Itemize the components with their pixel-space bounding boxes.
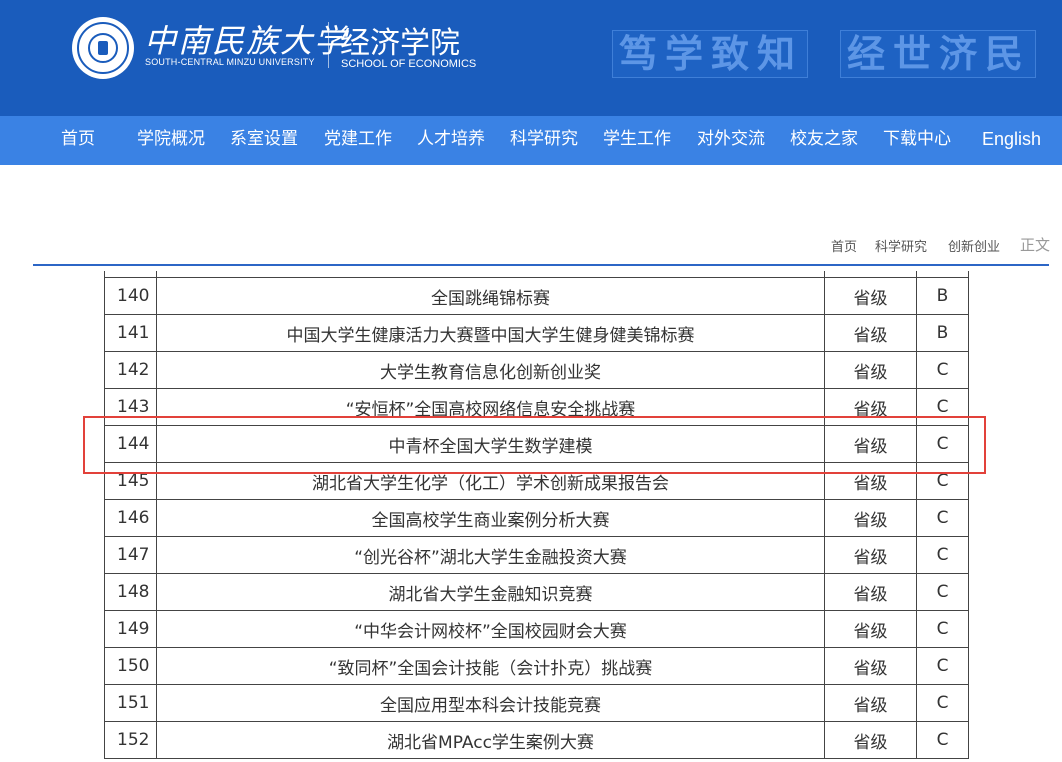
nav-item-international[interactable]: 对外交流 bbox=[697, 116, 765, 165]
breadcrumb-current: 正文 bbox=[1020, 236, 1051, 254]
site-header: 中南民族大学 SOUTH-CENTRAL MINZU UNIVERSITY 经济… bbox=[0, 0, 1062, 116]
row-number-cell: 150 bbox=[104, 647, 157, 685]
table-row: 142 大学生教育信息化创新创业奖 省级 C bbox=[104, 351, 969, 389]
table-row: 148 湖北省大学生金融知识竞赛 省级 C bbox=[104, 573, 969, 611]
nav-item-research[interactable]: 科学研究 bbox=[510, 116, 578, 165]
competition-name-cell: 湖北省大学生化学（化工）学术创新成果报告会 bbox=[156, 462, 825, 500]
grade-cell: C bbox=[916, 684, 969, 722]
nav-item-alumni[interactable]: 校友之家 bbox=[790, 116, 858, 165]
seal-emblem bbox=[98, 41, 108, 55]
university-name-en: SOUTH-CENTRAL MINZU UNIVERSITY bbox=[145, 57, 315, 67]
level-cell: 省级 bbox=[824, 721, 917, 759]
row-number-cell: 144 bbox=[104, 425, 157, 463]
nav-item-about[interactable]: 学院概况 bbox=[137, 116, 205, 165]
row-number-cell: 148 bbox=[104, 573, 157, 611]
competition-table: 140 全国跳绳锦标赛 省级 B 141 中国大学生健康活力大赛暨中国大学生健身健美锦标赛… bbox=[104, 271, 969, 759]
level-cell: 省级 bbox=[824, 684, 917, 722]
row-number-cell: 143 bbox=[104, 388, 157, 426]
competition-name-cell: “致同杯”全国会计技能（会计扑克）挑战赛 bbox=[156, 647, 825, 685]
table-row: 144 中青杯全国大学生数学建模 省级 C bbox=[104, 425, 969, 463]
content-top-rule bbox=[33, 264, 1049, 266]
competition-name-cell: “安恒杯”全国高校网络信息安全挑战赛 bbox=[156, 388, 825, 426]
row-number-cell: 149 bbox=[104, 610, 157, 648]
breadcrumb-home[interactable]: 首页 bbox=[831, 236, 857, 255]
competition-name-cell: 中国大学生健康活力大赛暨中国大学生健身健美锦标赛 bbox=[156, 314, 825, 352]
competition-name-cell: 湖北省MPAcc学生案例大赛 bbox=[156, 721, 825, 759]
grade-cell: C bbox=[916, 388, 969, 426]
row-number-cell: 147 bbox=[104, 536, 157, 574]
grade-cell: B bbox=[916, 277, 969, 315]
competition-name-cell: 全国跳绳锦标赛 bbox=[156, 277, 825, 315]
breadcrumb-innovation[interactable]: 创新创业 bbox=[948, 236, 1000, 255]
row-number-cell: 151 bbox=[104, 684, 157, 722]
main-nav: 首页 学院概况 系室设置 党建工作 人才培养 科学研究 学生工作 对外交流 校友… bbox=[0, 116, 1062, 165]
table-row: 140 全国跳绳锦标赛 省级 B bbox=[104, 277, 969, 315]
table-row: 147 “创光谷杯”湖北大学生金融投资大赛 省级 C bbox=[104, 536, 969, 574]
competition-name-cell: “创光谷杯”湖北大学生金融投资大赛 bbox=[156, 536, 825, 574]
level-cell: 省级 bbox=[824, 277, 917, 315]
row-number-cell: 142 bbox=[104, 351, 157, 389]
grade-cell: C bbox=[916, 647, 969, 685]
competition-name-cell: 全国高校学生商业案例分析大赛 bbox=[156, 499, 825, 537]
university-seal-logo[interactable] bbox=[72, 17, 134, 79]
grade-cell: C bbox=[916, 351, 969, 389]
level-cell: 省级 bbox=[824, 610, 917, 648]
motto-right: 经世济民 bbox=[840, 30, 1036, 78]
row-number-cell: 140 bbox=[104, 277, 157, 315]
level-cell: 省级 bbox=[824, 388, 917, 426]
row-number-cell: 146 bbox=[104, 499, 157, 537]
level-cell: 省级 bbox=[824, 499, 917, 537]
nav-item-downloads[interactable]: 下载中心 bbox=[883, 116, 951, 165]
header-divider bbox=[328, 22, 329, 68]
grade-cell: C bbox=[916, 610, 969, 648]
grade-cell: B bbox=[916, 314, 969, 352]
competition-table-body: 140 全国跳绳锦标赛 省级 B 141 中国大学生健康活力大赛暨中国大学生健身健美锦标赛… bbox=[104, 271, 969, 759]
level-cell: 省级 bbox=[824, 573, 917, 611]
grade-cell: C bbox=[916, 462, 969, 500]
level-cell: 省级 bbox=[824, 462, 917, 500]
university-name-cn: 中南民族大学 bbox=[144, 22, 349, 60]
nav-item-education[interactable]: 人才培养 bbox=[417, 116, 485, 165]
row-number-cell: 152 bbox=[104, 721, 157, 759]
grade-cell: C bbox=[916, 721, 969, 759]
level-cell: 省级 bbox=[824, 351, 917, 389]
school-name-cn: 经济学院 bbox=[340, 26, 460, 61]
competition-name-cell: “中华会计网校杯”全国校园财会大赛 bbox=[156, 610, 825, 648]
nav-item-students[interactable]: 学生工作 bbox=[603, 116, 671, 165]
table-row: 152 湖北省MPAcc学生案例大赛 省级 C bbox=[104, 721, 969, 759]
grade-cell: C bbox=[916, 536, 969, 574]
competition-name-cell: 中青杯全国大学生数学建模 bbox=[156, 425, 825, 463]
level-cell: 省级 bbox=[824, 314, 917, 352]
level-cell: 省级 bbox=[824, 425, 917, 463]
row-number-cell: 141 bbox=[104, 314, 157, 352]
motto-left: 笃学致知 bbox=[612, 30, 808, 78]
table-row: 145 湖北省大学生化学（化工）学术创新成果报告会 省级 C bbox=[104, 462, 969, 500]
row-number-cell: 145 bbox=[104, 462, 157, 500]
grade-cell: C bbox=[916, 573, 969, 611]
nav-item-departments[interactable]: 系室设置 bbox=[230, 116, 298, 165]
competition-name-cell: 湖北省大学生金融知识竞赛 bbox=[156, 573, 825, 611]
table-row: 150 “致同杯”全国会计技能（会计扑克）挑战赛 省级 C bbox=[104, 647, 969, 685]
table-row: 151 全国应用型本科会计技能竞赛 省级 C bbox=[104, 684, 969, 722]
table-row: 149 “中华会计网校杯”全国校园财会大赛 省级 C bbox=[104, 610, 969, 648]
nav-item-home[interactable]: 首页 bbox=[61, 116, 95, 165]
competition-name-cell: 大学生教育信息化创新创业奖 bbox=[156, 351, 825, 389]
level-cell: 省级 bbox=[824, 647, 917, 685]
nav-item-party[interactable]: 党建工作 bbox=[324, 116, 392, 165]
grade-cell: C bbox=[916, 499, 969, 537]
level-cell: 省级 bbox=[824, 536, 917, 574]
breadcrumb-research[interactable]: 科学研究 bbox=[875, 236, 927, 255]
competition-name-cell: 全国应用型本科会计技能竞赛 bbox=[156, 684, 825, 722]
table-row: 146 全国高校学生商业案例分析大赛 省级 C bbox=[104, 499, 969, 537]
grade-cell: C bbox=[916, 425, 969, 463]
school-name-en: SCHOOL OF ECONOMICS bbox=[341, 58, 477, 70]
table-row: 141 中国大学生健康活力大赛暨中国大学生健身健美锦标赛 省级 B bbox=[104, 314, 969, 352]
nav-item-english[interactable]: English bbox=[982, 116, 1041, 165]
table-row: 143 “安恒杯”全国高校网络信息安全挑战赛 省级 C bbox=[104, 388, 969, 426]
